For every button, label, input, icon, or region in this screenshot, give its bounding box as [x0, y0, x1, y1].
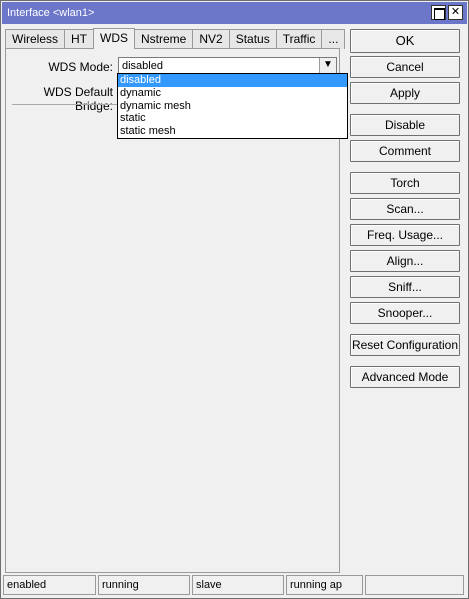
- status-bar: enabled running slave running ap: [3, 575, 466, 595]
- tab-wireless[interactable]: Wireless: [5, 29, 66, 49]
- tab-nstreme[interactable]: Nstreme: [134, 29, 194, 49]
- status-running-ap: running ap: [286, 575, 363, 595]
- torch-button[interactable]: Torch: [350, 172, 460, 194]
- status-enabled: enabled: [3, 575, 96, 595]
- status-running: running: [98, 575, 190, 595]
- advanced-mode-button[interactable]: Advanced Mode: [350, 366, 460, 388]
- dropdown-option-disabled[interactable]: disabled: [118, 74, 347, 87]
- snooper-button[interactable]: Snooper...: [350, 302, 460, 324]
- align-button[interactable]: Align...: [350, 250, 460, 272]
- reset-configuration-button[interactable]: Reset Configuration: [350, 334, 460, 356]
- dropdown-arrow-icon[interactable]: ▼: [319, 58, 336, 74]
- tab-more[interactable]: ...: [321, 29, 346, 49]
- tab-ht[interactable]: HT: [64, 29, 95, 49]
- interface-window: Interface <wlan1> ✕ Wireless HT WDS Nstr…: [0, 0, 469, 599]
- dropdown-option-dynamic-mesh[interactable]: dynamic mesh: [118, 100, 347, 113]
- tab-wds[interactable]: WDS: [93, 28, 136, 49]
- maximize-icon[interactable]: [431, 5, 446, 20]
- sniff-button[interactable]: Sniff...: [350, 276, 460, 298]
- tab-bar: Wireless HT WDS Nstreme NV2 Status Traff…: [5, 28, 346, 49]
- scan-button[interactable]: Scan...: [350, 198, 460, 220]
- cancel-button[interactable]: Cancel: [350, 56, 460, 78]
- separator: [12, 104, 118, 105]
- wds-default-bridge-label: WDS Default Bridge:: [43, 85, 113, 113]
- wds-mode-label: WDS Mode:: [48, 60, 113, 74]
- tab-traffic[interactable]: Traffic: [275, 29, 323, 49]
- disable-button[interactable]: Disable: [350, 114, 460, 136]
- tab-nv2[interactable]: NV2: [192, 29, 230, 49]
- apply-button[interactable]: Apply: [350, 82, 460, 104]
- freq-usage-button[interactable]: Freq. Usage...: [350, 224, 460, 246]
- dropdown-option-dynamic[interactable]: dynamic: [118, 87, 347, 100]
- wds-mode-value: disabled: [122, 60, 163, 72]
- dropdown-option-static[interactable]: static: [118, 112, 347, 125]
- tab-status[interactable]: Status: [228, 29, 277, 49]
- close-icon[interactable]: ✕: [448, 5, 463, 20]
- ok-button[interactable]: OK: [350, 29, 460, 53]
- comment-button[interactable]: Comment: [350, 140, 460, 162]
- wds-mode-dropdown-list: disabled dynamic dynamic mesh static sta…: [117, 73, 348, 139]
- title-bar[interactable]: Interface <wlan1> ✕: [2, 2, 467, 24]
- dropdown-option-static-mesh[interactable]: static mesh: [118, 125, 347, 138]
- window-title: Interface <wlan1>: [7, 7, 95, 19]
- status-empty: [365, 575, 464, 595]
- status-slave: slave: [192, 575, 284, 595]
